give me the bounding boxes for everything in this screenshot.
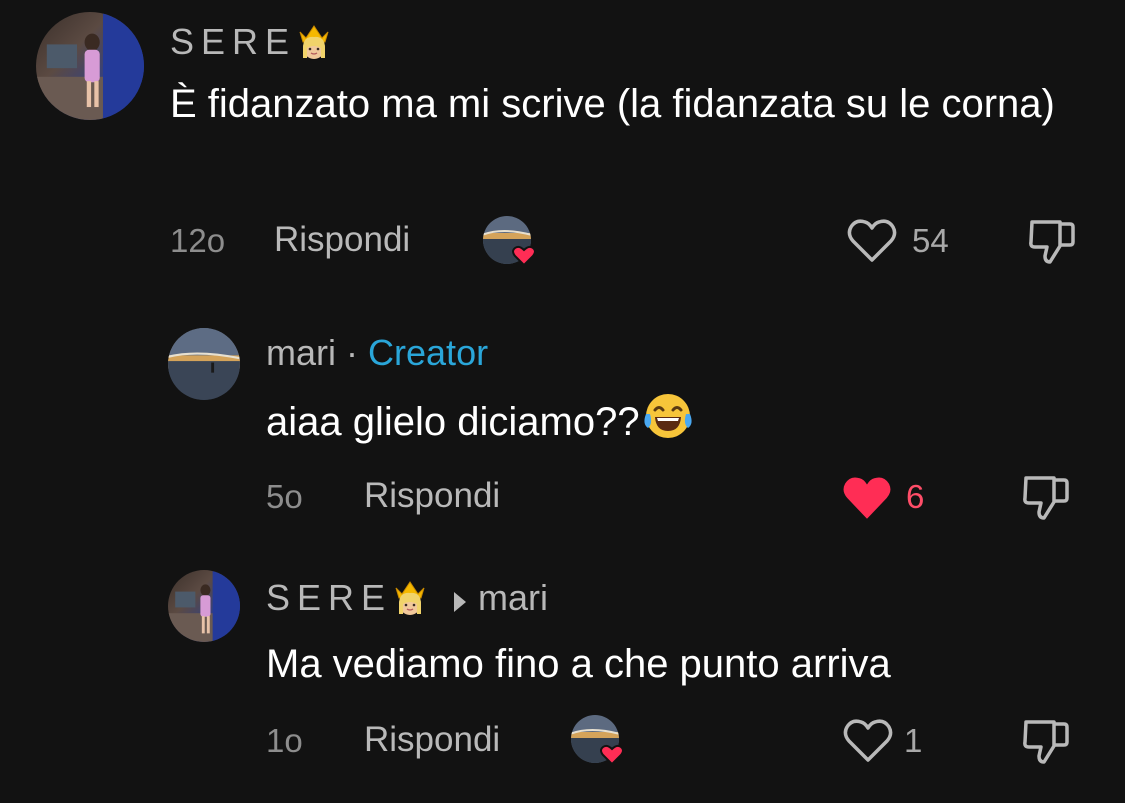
heart-icon <box>843 719 893 762</box>
comment-item: mari · Creator aiaa glielo diciamo?? 5o … <box>0 320 1125 550</box>
comment-timestamp: 5o <box>266 478 303 515</box>
comment-item: SERE È fidanzato ma mi scrive (la fidanz… <box>0 0 1125 290</box>
crown-emoji-icon <box>292 18 336 71</box>
comment-timestamp: 1o <box>266 722 303 759</box>
avatar[interactable] <box>36 12 144 120</box>
dislike-button[interactable] <box>1020 472 1072 529</box>
reply-target-username[interactable]: mari <box>478 577 548 618</box>
reply-button[interactable]: Rispondi <box>274 220 410 260</box>
creator-badge: Creator <box>368 332 489 373</box>
like-button[interactable] <box>842 716 894 769</box>
reply-arrow-icon <box>452 580 468 622</box>
like-button[interactable] <box>840 472 894 527</box>
dislike-icon <box>1023 720 1069 764</box>
username-text[interactable]: SERE <box>266 577 392 618</box>
comment-username[interactable]: SERE mari <box>266 574 548 627</box>
comment-username[interactable]: mari · Creator <box>266 332 488 374</box>
like-button[interactable] <box>846 216 898 269</box>
avatar[interactable] <box>168 328 240 400</box>
username-text[interactable]: SERE <box>170 21 296 62</box>
creator-liked-avatar-icon <box>482 215 542 267</box>
comment-username[interactable]: SERE <box>170 18 336 71</box>
comment-item: SERE mari Ma vediamo fino a che punto ar… <box>0 560 1125 803</box>
comment-text: aiaa glielo diciamo?? <box>266 390 694 459</box>
comment-text: È fidanzato ma mi scrive (la fidanzata s… <box>170 82 1055 126</box>
dislike-button[interactable] <box>1020 716 1072 773</box>
avatar-photo <box>168 328 240 400</box>
comment-text-content: aiaa glielo diciamo?? <box>266 400 640 445</box>
avatar-photo <box>36 12 144 120</box>
comment-timestamp: 12o <box>170 222 226 259</box>
heart-icon <box>847 219 897 262</box>
heart-filled-icon <box>843 477 891 519</box>
like-count: 1 <box>904 722 923 759</box>
reply-button[interactable]: Rispondi <box>364 720 500 760</box>
separator: · <box>346 332 359 373</box>
comment-text: Ma vediamo fino a che punto arriva <box>266 642 891 686</box>
username-text[interactable]: mari <box>266 332 336 373</box>
dislike-icon <box>1029 220 1075 264</box>
avatar[interactable] <box>168 570 240 642</box>
like-count: 54 <box>912 222 949 259</box>
crown-emoji-icon <box>388 574 432 627</box>
avatar-photo <box>168 570 240 642</box>
like-count: 6 <box>906 478 925 515</box>
reply-button[interactable]: Rispondi <box>364 476 500 516</box>
dislike-icon <box>1023 476 1069 520</box>
dislike-button[interactable] <box>1026 216 1078 273</box>
laughing-emoji-icon <box>642 390 694 459</box>
creator-liked-avatar-icon <box>570 714 630 766</box>
